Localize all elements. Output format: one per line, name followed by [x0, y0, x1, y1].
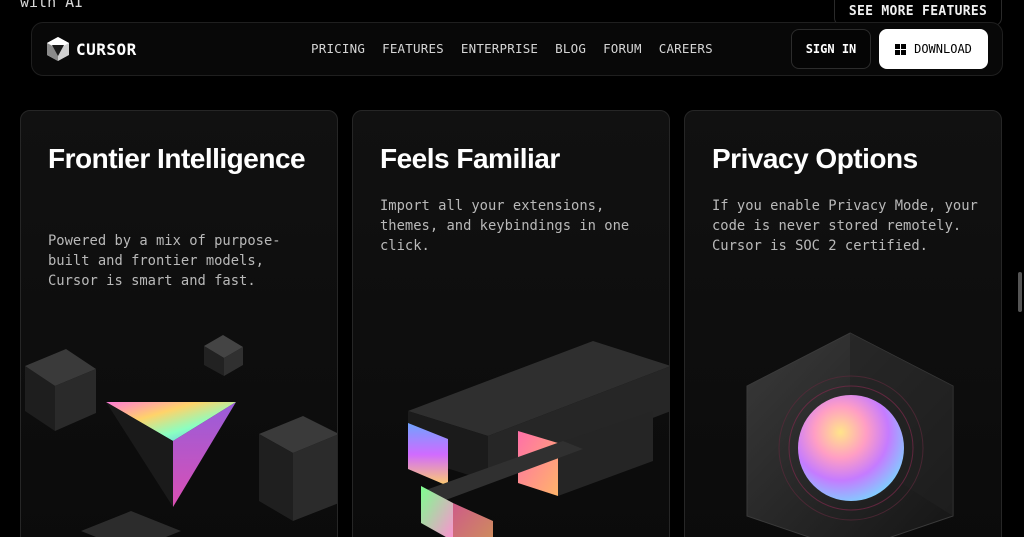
- download-button[interactable]: DOWNLOAD: [879, 29, 988, 69]
- card-description: Powered by a mix of purpose-built and fr…: [48, 233, 281, 289]
- navbar: CURSOR PRICING FEATURES ENTERPRISE BLOG …: [31, 22, 1003, 76]
- logo-text: CURSOR: [76, 39, 137, 59]
- nav-link-enterprise[interactable]: ENTERPRISE: [461, 41, 538, 56]
- feature-card-intelligence: Frontier Intelligence Powered by a mix o…: [20, 110, 338, 537]
- nav-link-careers[interactable]: CAREERS: [659, 41, 713, 56]
- nav-link-pricing[interactable]: PRICING: [311, 41, 365, 56]
- sign-in-button[interactable]: SIGN IN: [791, 29, 871, 69]
- logo[interactable]: CURSOR: [46, 36, 137, 62]
- nav-link-forum[interactable]: FORUM: [603, 41, 642, 56]
- feature-card-privacy: Privacy Options If you enable Privacy Mo…: [684, 110, 1002, 537]
- nav-link-blog[interactable]: BLOG: [555, 41, 586, 56]
- windows-icon: [895, 43, 907, 55]
- card-title: Privacy Options: [712, 143, 918, 174]
- nav-links: PRICING FEATURES ENTERPRISE BLOG FORUM C…: [311, 41, 713, 56]
- nav-link-features[interactable]: FEATURES: [382, 41, 444, 56]
- card-description: Import all your extensions, themes, and …: [380, 198, 630, 254]
- card-title: Feels Familiar: [380, 143, 560, 174]
- card-title: Frontier Intelligence: [48, 143, 306, 174]
- download-label: DOWNLOAD: [914, 42, 972, 56]
- scrolled-hero-text: with AI: [20, 0, 84, 11]
- cursor-logo-icon: [47, 37, 69, 61]
- card-description: If you enable Privacy Mode, your code is…: [712, 198, 978, 254]
- scrollbar-thumb[interactable]: [1018, 272, 1022, 312]
- feature-card-familiar: Feels Familiar Import all your extension…: [352, 110, 670, 537]
